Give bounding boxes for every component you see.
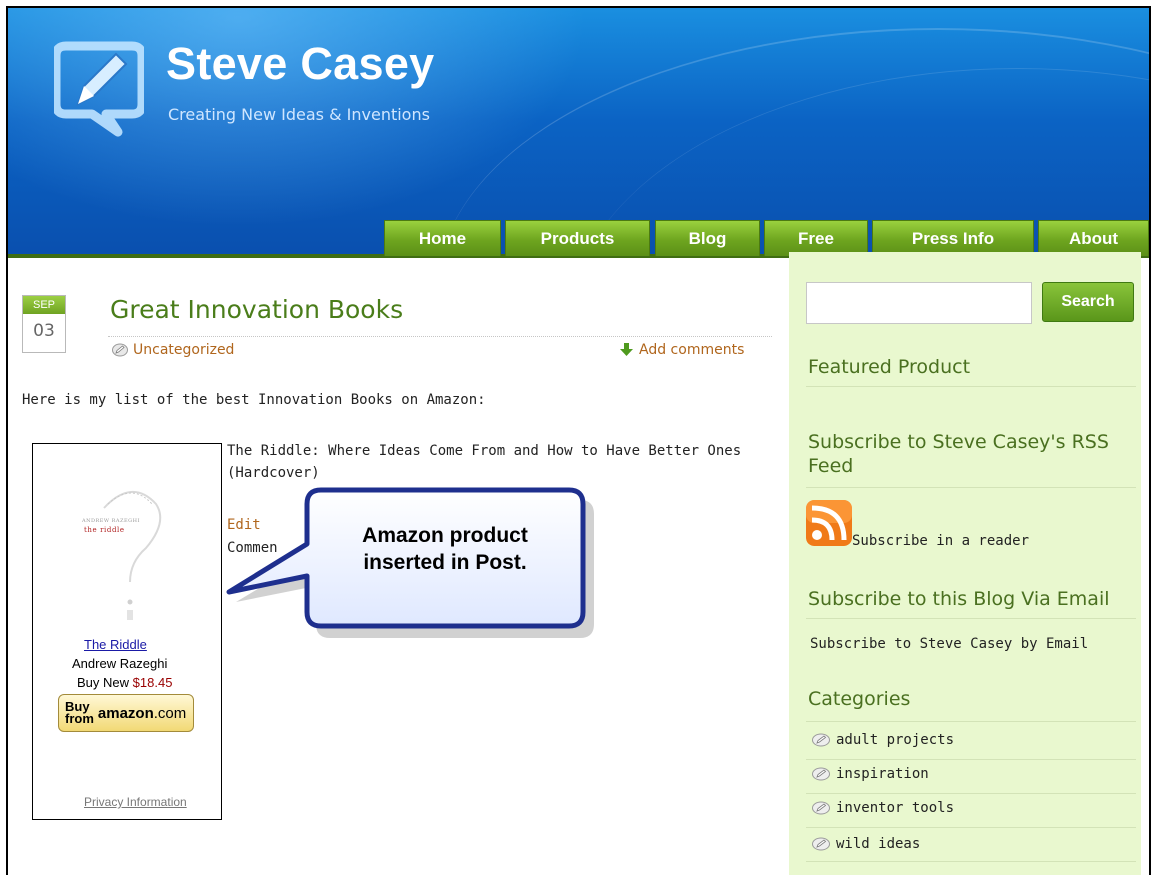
add-comments-link[interactable]: Add comments [620, 342, 744, 358]
callout-text: Amazon product inserted in Post. [310, 522, 580, 576]
callout-line-2: inserted in Post. [363, 551, 527, 574]
nav-tab-free[interactable]: Free [764, 220, 868, 256]
featured-product-heading: Featured Product [808, 356, 971, 378]
nav-tab-label: Free [798, 228, 834, 248]
sidebar-divider [806, 793, 1136, 794]
pencil-speech-bubble-icon[interactable] [54, 38, 144, 138]
buy-from-text: Buy from [65, 700, 94, 726]
pencil-icon [812, 733, 830, 747]
post-category[interactable]: Uncategorized [112, 342, 234, 358]
search-input[interactable] [806, 282, 1032, 324]
post-date-day: 03 [33, 321, 55, 341]
post-category-label: Uncategorized [133, 342, 235, 358]
categories-heading: Categories [808, 688, 911, 710]
nav-tab-press-info[interactable]: Press Info [872, 220, 1034, 256]
book-title-link[interactable]: The Riddle [84, 637, 147, 652]
amazon-tld: .com [153, 704, 187, 722]
privacy-information-link[interactable]: Privacy Information [84, 795, 187, 809]
category-item[interactable]: wild ideas [812, 836, 920, 852]
sidebar-divider [806, 861, 1136, 862]
buy-new-label: Buy New [77, 675, 130, 690]
category-item[interactable]: inspiration [812, 766, 929, 782]
pencil-icon [812, 801, 830, 815]
search-button[interactable]: Search [1042, 282, 1134, 322]
category-item[interactable]: inventor tools [812, 800, 954, 816]
nav-tab-label: Press Info [911, 228, 995, 248]
subscribe-email-link[interactable]: Subscribe to Steve Casey by Email [810, 636, 1088, 652]
pencil-icon [812, 837, 830, 851]
post-date-badge: SEP 03 [22, 295, 66, 353]
nav-tab-label: Home [418, 228, 467, 248]
amazon-logo-text: amazon.com [98, 705, 186, 722]
buy-from-amazon-button[interactable]: Buy from amazon.com [58, 694, 194, 732]
nav-tab-label: About [1068, 228, 1119, 248]
sidebar-divider [806, 759, 1136, 760]
post-intro: Here is my list of the best Innovation B… [22, 392, 486, 408]
rss-heading: Subscribe to Steve Casey's RSS Feed [808, 431, 1109, 477]
book-cover-title: the riddle [84, 526, 125, 534]
post-date-month: SEP [23, 296, 65, 314]
category-label: adult projects [836, 732, 955, 748]
down-arrow-icon [620, 343, 633, 356]
rss-feed-icon[interactable] [806, 500, 852, 546]
pencil-icon [112, 343, 128, 357]
from-text: from [65, 711, 94, 726]
category-label: wild ideas [836, 836, 921, 852]
pencil-icon [812, 767, 830, 781]
nav-tab-blog[interactable]: Blog [655, 220, 760, 256]
email-subscribe-heading: Subscribe to this Blog Via Email [808, 588, 1110, 610]
sidebar-divider [806, 386, 1136, 387]
amazon-brand: amazon [97, 704, 154, 722]
book-price-row: Buy New $18.45 [77, 675, 172, 690]
category-label: inventor tools [836, 800, 955, 816]
add-comments-label: Add comments [639, 342, 745, 358]
nav-tab-home[interactable]: Home [384, 220, 501, 256]
callout-line-1: Amazon product [362, 524, 528, 547]
sidebar-divider [806, 487, 1136, 488]
product-description: The Riddle: Where Ideas Come From and Ho… [227, 443, 742, 481]
book-price: $18.45 [132, 675, 173, 690]
subscribe-reader-link[interactable]: Subscribe in a reader [852, 533, 1029, 549]
sidebar-divider [806, 618, 1136, 619]
nav-tab-label: Products [540, 228, 615, 248]
nav-tab-label: Blog [688, 228, 727, 248]
site-tagline: Creating New Ideas & Inventions [168, 105, 430, 124]
nav-tab-products[interactable]: Products [505, 220, 650, 256]
sidebar-divider [806, 827, 1136, 828]
book-cover-author: ANDREW RAZEGHI [81, 518, 140, 524]
post-title[interactable]: Great Innovation Books [110, 295, 403, 324]
post-title-divider [108, 336, 772, 337]
book-cover-image[interactable]: ANDREW RAZEGHI the riddle [64, 470, 194, 630]
sidebar-divider [806, 721, 1136, 722]
category-label: inspiration [836, 766, 929, 782]
book-author: Andrew Razeghi [72, 656, 168, 671]
nav-tab-about[interactable]: About [1038, 220, 1149, 256]
site-title[interactable]: Steve Casey [166, 38, 435, 90]
category-item[interactable]: adult projects [812, 732, 954, 748]
